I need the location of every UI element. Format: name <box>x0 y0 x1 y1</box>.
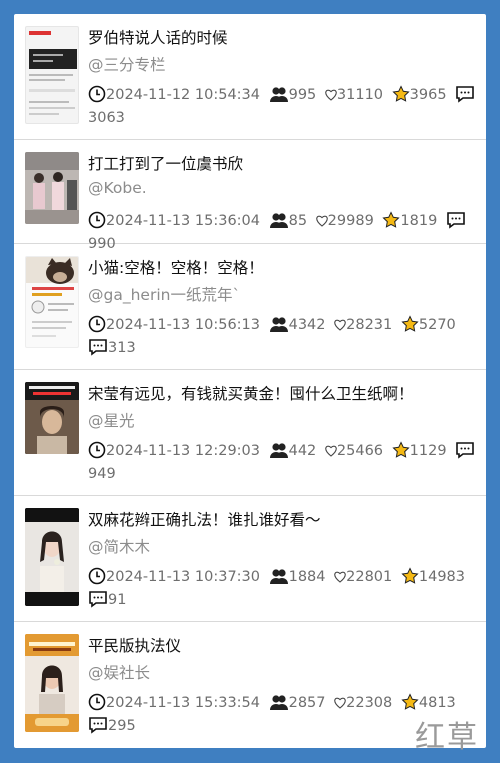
post-meta: 2024-11-12 10:54:34 995 31110 3965 3063 <box>88 84 480 130</box>
heart-icon <box>334 319 346 331</box>
list-item[interactable]: 打工打到了一位虞书欣 @Kobe. 2024-11-13 15:36:04 85… <box>14 140 486 252</box>
list-item[interactable]: 罗伯特说人话的时候 @三分专栏 2024-11-12 10:54:34 995 … <box>14 14 486 140</box>
likes-count: 31110 <box>336 87 384 103</box>
post-date: 2024-11-13 10:37:30 <box>106 569 260 585</box>
feed-panel: 罗伯特说人话的时候 @三分专栏 2024-11-12 10:54:34 995 … <box>14 14 486 748</box>
heart-icon <box>334 697 346 709</box>
favs-count: 3965 <box>409 87 447 103</box>
comments-count: 313 <box>108 340 136 356</box>
list-item[interactable]: 宋莹有远见，有钱就买黄金！囤什么卫生纸啊！ @星光 2024-11-13 12:… <box>14 370 486 496</box>
clock-icon <box>88 85 106 103</box>
users-icon <box>269 569 288 584</box>
post-date: 2024-11-13 15:36:04 <box>106 213 260 229</box>
star-icon <box>401 693 419 710</box>
heart-icon <box>325 89 337 101</box>
clock-icon <box>88 693 106 711</box>
users-icon <box>269 695 288 710</box>
post-meta: 2024-11-13 12:29:03 442 25466 1129 949 <box>88 440 480 486</box>
shares-count: 4342 <box>288 317 326 333</box>
clock-icon <box>88 315 106 333</box>
post-thumbnail[interactable] <box>25 382 79 454</box>
shares-count: 85 <box>288 213 308 229</box>
comment-icon <box>456 86 474 103</box>
likes-count: 29989 <box>327 213 374 229</box>
watermark: 红草 <box>415 720 479 755</box>
favs-count: 14983 <box>418 569 466 585</box>
post-date: 2024-11-13 12:29:03 <box>106 443 260 459</box>
users-icon <box>269 213 288 228</box>
likes-count: 25466 <box>336 443 384 459</box>
post-meta: 2024-11-13 10:37:30 1884 22801 14983 91 <box>88 566 480 612</box>
post-date: 2024-11-12 10:54:34 <box>106 87 260 103</box>
likes-count: 22308 <box>346 695 393 711</box>
comments-count: 3063 <box>88 110 125 126</box>
post-thumbnail[interactable] <box>25 26 79 124</box>
post-thumbnail[interactable] <box>25 256 79 348</box>
post-title[interactable]: 罗伯特说人话的时候 <box>88 26 478 48</box>
comment-icon <box>89 339 107 356</box>
post-thumbnail[interactable] <box>25 634 79 732</box>
post-author[interactable]: @三分专栏 <box>88 53 166 75</box>
star-icon <box>392 441 410 458</box>
comments-count: 295 <box>108 718 136 734</box>
users-icon <box>269 443 288 458</box>
heart-icon <box>315 215 328 227</box>
users-icon <box>269 87 288 102</box>
list-item[interactable]: 双麻花辫正确扎法！谁扎谁好看～ @简木木 2024-11-13 10:37:30… <box>14 496 486 622</box>
star-icon <box>392 85 410 102</box>
comment-icon <box>456 442 474 459</box>
post-author[interactable]: @ga_herin一纸荒年` <box>88 283 240 305</box>
shares-count: 1884 <box>288 569 326 585</box>
shares-count: 995 <box>288 87 317 103</box>
post-author[interactable]: @简木木 <box>88 535 150 557</box>
comment-icon <box>89 591 107 608</box>
comment-icon <box>89 717 107 734</box>
favs-count: 5270 <box>418 317 456 333</box>
likes-count: 28231 <box>346 317 393 333</box>
post-thumbnail[interactable] <box>25 152 79 224</box>
post-meta: 2024-11-13 10:56:13 4342 28231 5270 313 <box>88 314 480 360</box>
post-date: 2024-11-13 15:33:54 <box>106 695 260 711</box>
post-title[interactable]: 打工打到了一位虞书欣 <box>88 152 478 174</box>
shares-count: 442 <box>288 443 317 459</box>
users-icon <box>269 317 288 332</box>
post-author[interactable]: @Kobe. <box>88 179 147 197</box>
clock-icon <box>88 567 106 585</box>
likes-count: 22801 <box>346 569 393 585</box>
comments-count: 949 <box>88 466 116 482</box>
post-author[interactable]: @娱社长 <box>88 661 150 683</box>
list-item[interactable]: 小猫:空格！空格！空格！ @ga_herin一纸荒年` 2024-11-13 1… <box>14 244 486 370</box>
star-icon <box>382 211 401 228</box>
comments-count: 91 <box>108 592 127 608</box>
favs-count: 1129 <box>409 443 447 459</box>
post-author[interactable]: @星光 <box>88 409 135 431</box>
clock-icon <box>88 211 106 229</box>
star-icon <box>401 567 419 584</box>
post-title[interactable]: 宋莹有远见，有钱就买黄金！囤什么卫生纸啊！ <box>88 382 478 404</box>
star-icon <box>401 315 419 332</box>
clock-icon <box>88 441 106 459</box>
post-title[interactable]: 小猫:空格！空格！空格！ <box>88 256 478 278</box>
post-date: 2024-11-13 10:56:13 <box>106 317 260 333</box>
favs-count: 4813 <box>418 695 456 711</box>
post-title[interactable]: 双麻花辫正确扎法！谁扎谁好看～ <box>88 508 478 530</box>
heart-icon <box>334 571 346 583</box>
comment-icon <box>447 212 465 229</box>
shares-count: 2857 <box>288 695 326 711</box>
post-title[interactable]: 平民版执法仪 <box>88 634 478 656</box>
heart-icon <box>325 445 337 457</box>
favs-count: 1819 <box>400 213 438 229</box>
post-thumbnail[interactable] <box>25 508 79 606</box>
